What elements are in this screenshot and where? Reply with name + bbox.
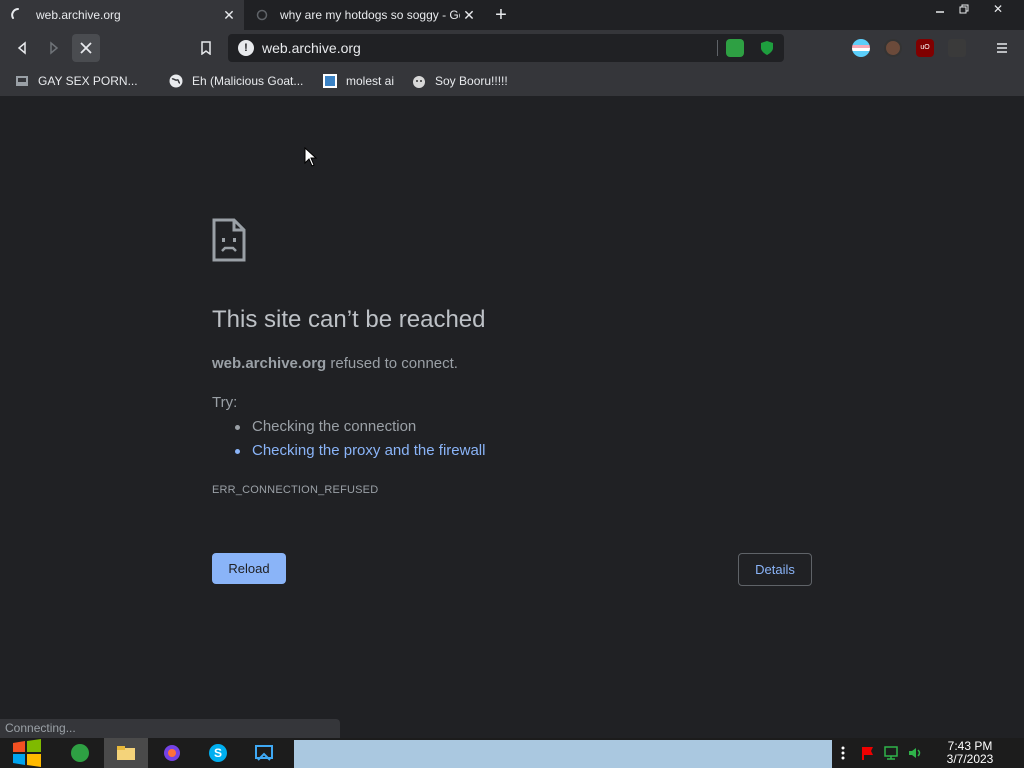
reload-button[interactable]: Reload <box>212 553 286 584</box>
tab-active[interactable]: web.archive.org ✕ <box>0 0 244 30</box>
suggestion-check-proxy-link[interactable]: Checking the proxy and the firewall <box>232 442 485 466</box>
shield-icon[interactable] <box>760 40 774 56</box>
forward-button[interactable] <box>40 34 68 62</box>
loading-spinner-icon <box>10 7 26 23</box>
error-heading: This site can’t be reached <box>212 306 486 333</box>
error-page: This site can’t be reached web.archive.o… <box>0 96 1024 738</box>
new-tab-button[interactable]: + <box>490 4 512 26</box>
tab-title: why are my hotdogs so soggy - Go <box>280 8 460 22</box>
suggestion-list: Checking the connection Checking the pro… <box>232 418 485 466</box>
bookmark-item[interactable]: Soy Booru!!!!! <box>411 73 508 89</box>
close-window-icon[interactable]: ✕ <box>986 0 1010 18</box>
extension-flag-icon[interactable] <box>852 39 870 57</box>
bookmark-item[interactable]: Eh (Malicious Goat... <box>168 73 303 89</box>
tab-inactive[interactable]: why are my hotdogs so soggy - Go ✕ <box>244 0 484 30</box>
extension-avatar-icon[interactable] <box>884 39 902 57</box>
app-window-icon[interactable] <box>242 738 286 768</box>
try-label: Try: <box>212 394 238 411</box>
bookmark-icon[interactable] <box>192 34 220 62</box>
status-bubble: Connecting... <box>0 719 340 738</box>
bookmark-label: Soy Booru!!!!! <box>435 74 508 88</box>
error-host: web.archive.org <box>212 355 327 372</box>
menu-icon[interactable] <box>988 34 1016 62</box>
taskbar: S 7:43 PM 3/7/2023 <box>0 738 1024 768</box>
error-description: web.archive.org refused to connect. <box>212 355 458 372</box>
bookmark-favicon-icon <box>411 73 427 89</box>
bookmark-label: GAY SEX PORN... <box>38 74 138 88</box>
sad-page-icon <box>212 218 246 267</box>
globe-icon <box>254 7 270 23</box>
error-code: ERR_CONNECTION_REFUSED <box>212 484 379 496</box>
error-message: refused to connect. <box>326 355 458 372</box>
ublock-origin-icon[interactable]: uO <box>916 39 934 57</box>
taskbar-active-window[interactable] <box>294 740 832 768</box>
tab-close-icon[interactable]: ✕ <box>460 6 478 24</box>
clock-date: 3/7/2023 <box>946 752 994 766</box>
chat-app-icon[interactable] <box>58 738 102 768</box>
system-clock[interactable]: 7:43 PM 3/7/2023 <box>938 740 1002 766</box>
firefox-icon[interactable] <box>150 738 194 768</box>
flag-icon[interactable] <box>856 738 878 768</box>
suggestion-check-connection: Checking the connection <box>232 418 485 442</box>
tray-overflow-icon[interactable] <box>836 738 850 768</box>
site-info-icon[interactable]: ! <box>238 40 254 56</box>
start-button[interactable] <box>2 738 52 768</box>
mouse-cursor-icon <box>304 146 318 172</box>
extension-chat-icon[interactable] <box>726 39 744 57</box>
details-button[interactable]: Details <box>738 553 812 586</box>
bookmark-favicon-icon <box>14 73 30 89</box>
bookmark-label: molest ai <box>346 74 395 88</box>
bookmark-label: Eh (Malicious Goat... <box>192 74 304 88</box>
tab-title: web.archive.org <box>36 8 121 22</box>
bookmark-item[interactable]: molest ai <box>322 73 394 89</box>
back-button[interactable] <box>8 34 36 62</box>
address-bar[interactable]: ! web.archive.org <box>228 34 784 62</box>
toolbar: ! web.archive.org uO <box>0 30 1024 66</box>
stop-button[interactable] <box>72 34 100 62</box>
minimize-icon[interactable] <box>928 0 952 18</box>
tab-strip: web.archive.org ✕ why are my hotdogs so … <box>0 0 1024 30</box>
globe-icon <box>168 73 184 89</box>
bookmark-favicon-icon <box>322 73 338 89</box>
restore-icon[interactable] <box>952 0 976 18</box>
tab-close-icon[interactable]: ✕ <box>220 6 238 24</box>
extension-grey-icon[interactable] <box>948 39 966 57</box>
bookmarks-bar: GAY SEX PORN... Eh (Malicious Goat... mo… <box>0 66 1024 96</box>
file-explorer-icon[interactable] <box>104 738 148 768</box>
divider <box>717 40 718 56</box>
bookmark-item[interactable]: GAY SEX PORN... <box>14 73 138 89</box>
skype-icon[interactable]: S <box>196 738 240 768</box>
address-url[interactable]: web.archive.org <box>262 40 717 56</box>
network-icon[interactable] <box>880 738 902 768</box>
volume-icon[interactable] <box>904 738 926 768</box>
